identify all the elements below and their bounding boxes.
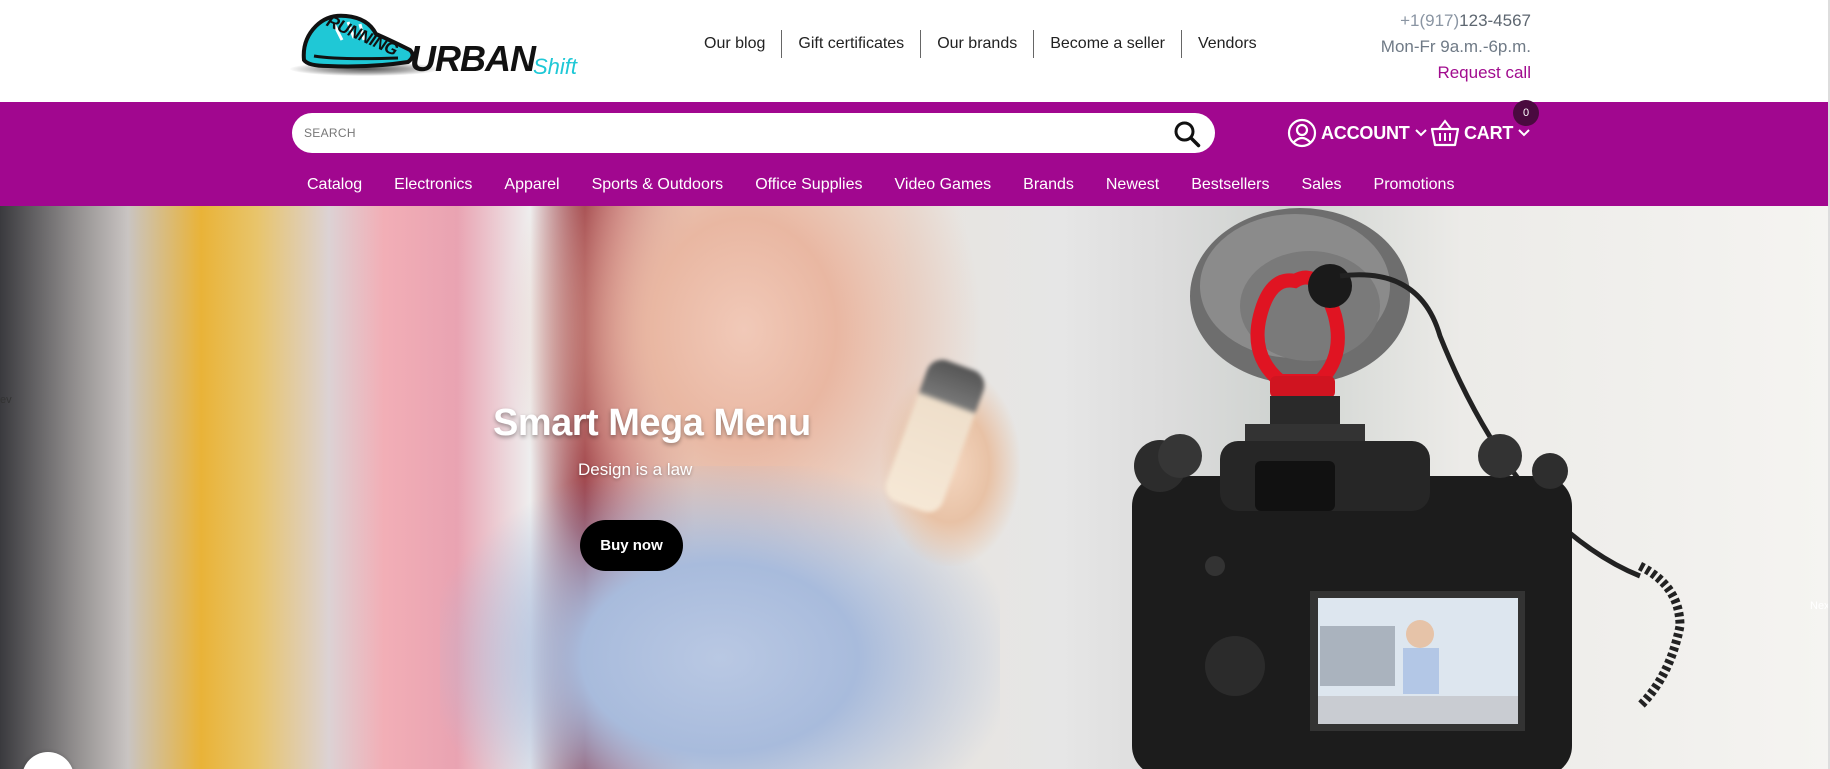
user-icon [1287,118,1317,148]
chevron-down-icon [1518,129,1530,137]
link-our-brands[interactable]: Our brands [920,30,1033,58]
buy-now-button[interactable]: Buy now [580,520,683,571]
category-menu: Catalog Electronics Apparel Sports & Out… [291,172,1470,198]
next-slide-label[interactable]: Nex [1810,600,1828,612]
logo-text-shift: Shift [533,54,578,79]
menu-item-newest[interactable]: Newest [1090,176,1175,194]
search-input[interactable] [304,119,1144,147]
account-menu[interactable]: ACCOUNT [1287,117,1427,149]
hero-slider: Nex [0,206,1828,769]
menu-item-video-games[interactable]: Video Games [879,176,1008,194]
cart-count-badge: 0 [1513,100,1539,126]
hero-title: Smart Mega Menu [493,402,811,444]
camera-image [1132,208,1685,769]
top-links: Our blog Gift certificates Our brands Be… [688,30,1273,58]
phone-number: 123-4567 [1459,11,1531,30]
menu-item-catalog[interactable]: Catalog [291,176,378,194]
link-gift-certificates[interactable]: Gift certificates [781,30,920,58]
menu-item-electronics[interactable]: Electronics [378,176,488,194]
business-hours: Mon-Fr 9a.m.-6p.m. [1380,37,1531,56]
phone-line[interactable]: +1(917)123-4567 [1381,8,1531,34]
logo-text-urban: URBAN [410,38,536,79]
hero-subtitle: Design is a law [578,460,693,479]
menu-item-office-supplies[interactable]: Office Supplies [739,176,878,194]
menu-item-sports-outdoors[interactable]: Sports & Outdoors [576,176,740,194]
phone-prefix: +1(917) [1400,11,1460,30]
top-header: RUNNING URBAN Shift Our blog Gift certif… [0,0,1830,102]
request-call-link[interactable]: Request call [1381,60,1531,86]
chevron-down-icon [1414,129,1427,137]
link-become-a-seller[interactable]: Become a seller [1033,30,1181,58]
menu-item-bestsellers[interactable]: Bestsellers [1175,176,1285,194]
menu-item-brands[interactable]: Brands [1007,176,1090,194]
link-our-blog[interactable]: Our blog [688,30,781,58]
menu-item-apparel[interactable]: Apparel [488,176,575,194]
link-vendors[interactable]: Vendors [1180,30,1273,58]
menu-item-sales[interactable]: Sales [1285,176,1357,194]
account-label: ACCOUNT [1321,122,1410,143]
prev-slide-label[interactable]: ev [0,394,12,406]
site-logo[interactable]: RUNNING URBAN Shift [288,10,578,80]
cart-label: CART [1464,122,1514,143]
cart-menu[interactable]: CART [1430,117,1530,149]
search-icon[interactable] [1173,120,1201,148]
basket-icon [1430,119,1460,147]
contact-block: +1(917)123-4567 Mon-Fr 9a.m.-6p.m. Reque… [1381,8,1531,86]
menu-item-promotions[interactable]: Promotions [1358,176,1471,194]
search-bar [292,113,1215,153]
